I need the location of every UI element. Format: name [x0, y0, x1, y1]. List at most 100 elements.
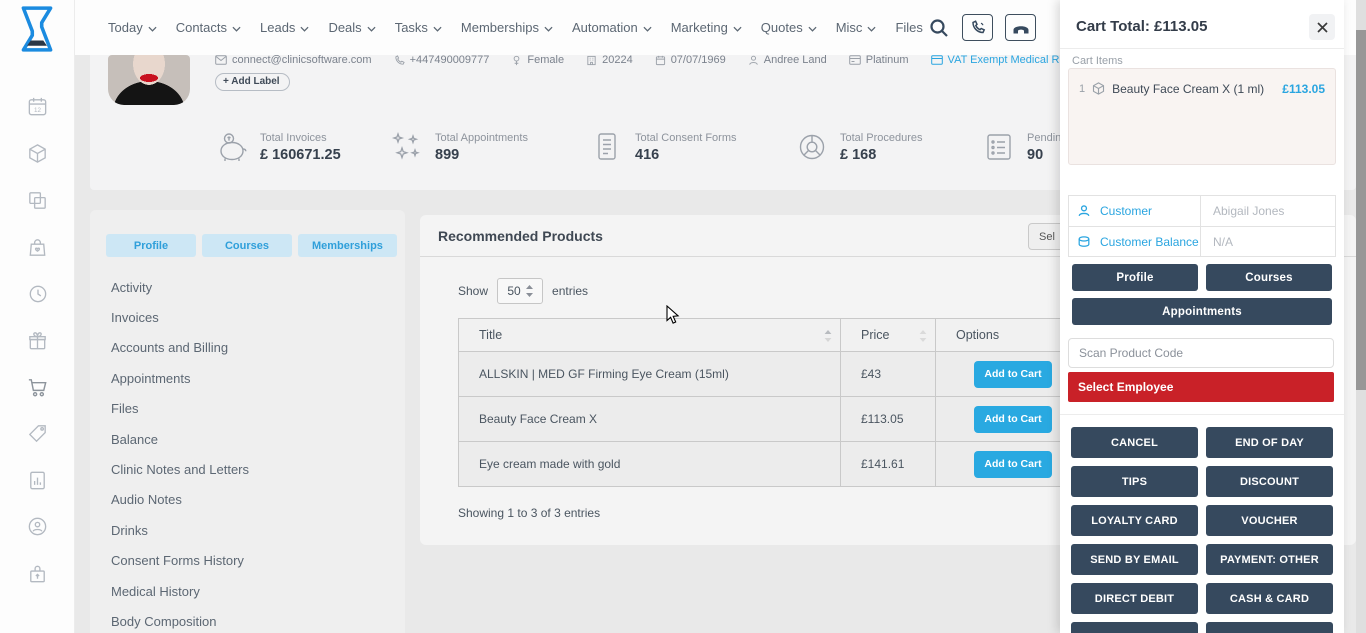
gender-icon	[511, 55, 522, 66]
nav-tasks[interactable]: Tasks	[395, 20, 442, 35]
column-header-price[interactable]: Price	[841, 319, 936, 352]
customer-vat-status[interactable]: VAT Exempt Medical R	[931, 54, 1060, 66]
nav-leads[interactable]: Leads	[260, 20, 309, 35]
phone-call-icon	[970, 20, 986, 36]
chevron-down-icon	[433, 26, 442, 32]
cart-item[interactable]: 1 Beauty Face Cream X (1 ml) £113.05	[1069, 69, 1335, 96]
page-size-select[interactable]: 50	[497, 278, 543, 304]
nav-misc[interactable]: Misc	[836, 20, 877, 35]
menu-item-medical-history[interactable]: Medical History	[90, 576, 405, 606]
sort-icon[interactable]	[919, 330, 927, 342]
copy-icon[interactable]	[26, 189, 49, 212]
menu-item-appointments[interactable]: Appointments	[90, 363, 405, 393]
product-title: Beauty Face Cream X	[459, 397, 841, 442]
menu-item-files[interactable]: Files	[90, 394, 405, 424]
gift-icon[interactable]	[26, 329, 49, 352]
user-session-icon[interactable]	[26, 515, 49, 538]
end-of-day-button[interactable]: END OF DAY	[1206, 427, 1333, 458]
envelope-icon	[215, 55, 227, 65]
calendar-icon[interactable]: 12	[26, 95, 49, 118]
menu-item-balance[interactable]: Balance	[90, 424, 405, 454]
phone-call-button[interactable]	[962, 14, 993, 41]
cart-appointments-button[interactable]: Appointments	[1072, 298, 1332, 325]
locker-icon[interactable]	[26, 562, 49, 585]
chevron-down-icon	[643, 26, 652, 32]
cart-icon[interactable]	[26, 376, 49, 399]
menu-item-invoices[interactable]: Invoices	[90, 302, 405, 332]
nav-marketing[interactable]: Marketing	[671, 20, 742, 35]
menu-item-clinic-notes[interactable]: Clinic Notes and Letters	[90, 454, 405, 484]
sort-icon[interactable]	[824, 330, 832, 342]
payment-other-button[interactable]: PAYMENT: OTHER	[1206, 544, 1333, 575]
confetti-icon	[390, 130, 424, 164]
shop-bag-icon[interactable]	[26, 236, 49, 259]
history-icon[interactable]	[26, 282, 49, 305]
cart-items-box: 1 Beauty Face Cream X (1 ml) £113.05	[1068, 68, 1336, 165]
cart-courses-button[interactable]: Courses	[1206, 264, 1332, 291]
phone-handset-button[interactable]	[1005, 14, 1036, 41]
cart-action-button[interactable]	[1206, 622, 1333, 633]
nav-deals[interactable]: Deals	[328, 20, 375, 35]
customer-balance-label: Customer Balance	[1100, 235, 1199, 249]
customer-balance-value: N/A	[1201, 235, 1233, 249]
document-icon	[590, 130, 624, 164]
cart-customer-table: Customer Abigail Jones Customer Balance …	[1068, 195, 1336, 257]
menu-item-drinks[interactable]: Drinks	[90, 515, 405, 545]
loyalty-card-button[interactable]: LOYALTY CARD	[1071, 505, 1198, 536]
select-employee-button[interactable]: Select Employee	[1068, 372, 1334, 402]
tab-profile[interactable]: Profile	[106, 234, 196, 257]
nav-automation[interactable]: Automation	[572, 20, 652, 35]
cube-icon[interactable]	[26, 142, 49, 165]
stat-value: £ 168	[840, 147, 923, 163]
column-header-title[interactable]: Title	[459, 319, 841, 352]
menu-item-consent-forms-history[interactable]: Consent Forms History	[90, 546, 405, 576]
tips-button[interactable]: TIPS	[1071, 466, 1198, 497]
cancel-button[interactable]: CANCEL	[1071, 427, 1198, 458]
scan-product-code-input[interactable]	[1068, 338, 1334, 368]
chevron-down-icon	[367, 26, 376, 32]
report-icon[interactable]	[26, 469, 49, 492]
stat-value: 899	[435, 147, 528, 163]
nav-quotes[interactable]: Quotes	[761, 20, 817, 35]
tab-courses[interactable]: Courses	[202, 234, 292, 257]
menu-item-accounts-and-billing[interactable]: Accounts and Billing	[90, 333, 405, 363]
cart-action-button[interactable]	[1071, 622, 1198, 633]
divider	[1060, 414, 1344, 415]
close-icon[interactable]	[1309, 14, 1335, 40]
add-to-cart-button[interactable]: Add to Cart	[974, 361, 1052, 388]
stat-value: £ 160671.25	[260, 147, 341, 163]
person-icon	[1077, 204, 1091, 218]
clinicsoftware-logo[interactable]	[16, 6, 58, 52]
menu-item-activity[interactable]: Activity	[90, 272, 405, 302]
page-scrollbar[interactable]	[1356, 0, 1366, 633]
customer-row[interactable]: Customer Abigail Jones	[1069, 196, 1335, 226]
send-by-email-button[interactable]: SEND BY EMAIL	[1071, 544, 1198, 575]
add-label-button[interactable]: + Add Label	[215, 73, 290, 91]
chevron-down-icon	[148, 26, 157, 32]
vat-card-icon	[931, 55, 943, 65]
discount-button[interactable]: DISCOUNT	[1206, 466, 1333, 497]
customer-label: Customer	[1100, 204, 1152, 218]
cart-profile-button[interactable]: Profile	[1072, 264, 1198, 291]
svg-text:12: 12	[34, 107, 41, 114]
stat-total-invoices: Total Invoices£ 160671.25	[215, 130, 341, 164]
search-icon[interactable]	[928, 17, 950, 39]
direct-debit-button[interactable]: DIRECT DEBIT	[1071, 583, 1198, 614]
price-tag-icon[interactable]	[26, 422, 49, 445]
add-to-cart-button[interactable]: Add to Cart	[974, 451, 1052, 478]
customer-balance-row[interactable]: Customer Balance N/A	[1069, 226, 1335, 256]
add-to-cart-button[interactable]: Add to Cart	[974, 406, 1052, 433]
voucher-button[interactable]: VOUCHER	[1206, 505, 1333, 536]
product-title: Eye cream made with gold	[459, 442, 841, 487]
scrollbar-thumb[interactable]	[1356, 30, 1366, 390]
nav-memberships[interactable]: Memberships	[461, 20, 553, 35]
page-size-value: 50	[507, 284, 520, 298]
nav-files[interactable]: Files	[895, 20, 922, 35]
menu-item-body-composition[interactable]: Body Composition	[90, 606, 405, 633]
building-icon	[586, 55, 597, 66]
cash-and-card-button[interactable]: CASH & CARD	[1206, 583, 1333, 614]
tab-memberships[interactable]: Memberships	[298, 234, 397, 257]
menu-item-audio-notes[interactable]: Audio Notes	[90, 485, 405, 515]
nav-today[interactable]: Today	[108, 20, 157, 35]
nav-contacts[interactable]: Contacts	[176, 20, 241, 35]
